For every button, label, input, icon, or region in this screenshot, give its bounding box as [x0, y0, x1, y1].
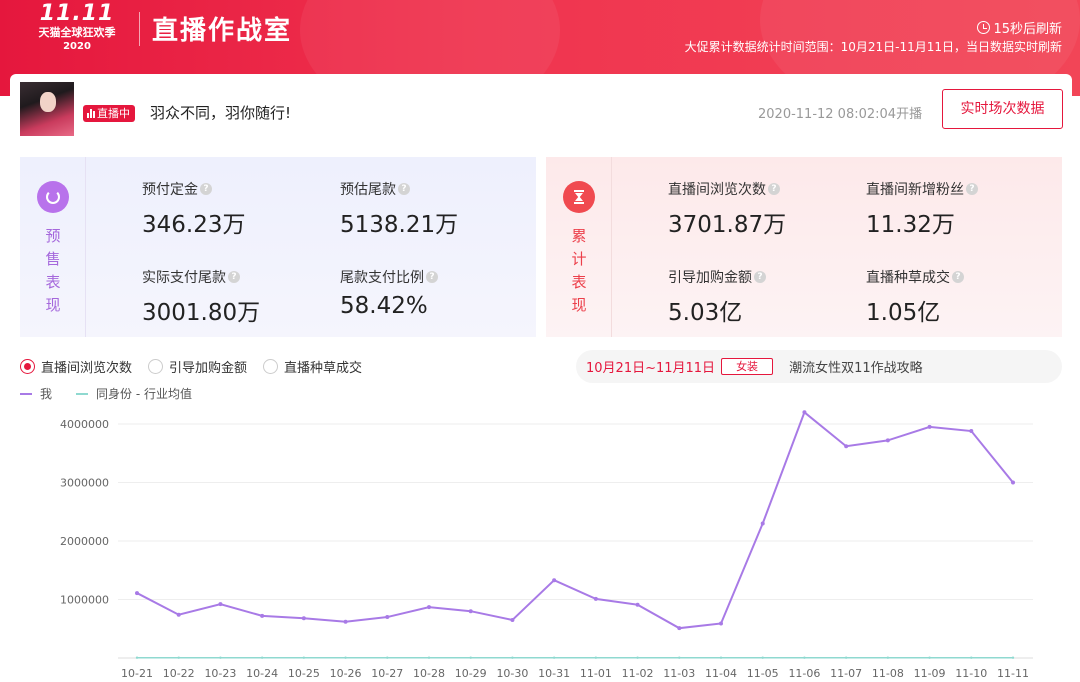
series-line [136, 410, 1014, 630]
data-point [468, 609, 473, 614]
refresh-countdown: 15秒后刷新 [977, 18, 1062, 37]
data-point [385, 615, 390, 620]
data-point [260, 656, 264, 659]
logo-sub-text: 天猫全球狂欢季 [38, 26, 116, 39]
x-tick-label: 10-21 [121, 667, 153, 680]
y-tick-label: 2000000 [60, 535, 109, 548]
x-tick-label: 11-03 [663, 667, 695, 680]
data-point [885, 438, 890, 443]
y-tick-label: 3000000 [60, 477, 109, 490]
data-point [803, 656, 806, 659]
x-tick-label: 10-30 [496, 667, 528, 680]
data-point [135, 591, 139, 596]
data-point [886, 656, 890, 659]
data-point [552, 656, 556, 659]
data-point [510, 617, 515, 622]
x-tick-label: 10-25 [288, 667, 320, 680]
x-tick-label: 10-24 [246, 667, 278, 680]
data-point [135, 656, 139, 659]
x-tick-label: 10-23 [204, 667, 236, 680]
stat-range-note: 大促累计数据统计时间范围：10月21日-11月11日，当日数据实时刷新 [684, 40, 1062, 54]
x-tick-label: 10-27 [371, 667, 403, 680]
page-title: 直播作战室 [152, 16, 293, 46]
data-point [844, 444, 849, 449]
logo-main-text: 11.11 [39, 1, 115, 26]
x-tick-label: 11-01 [580, 667, 612, 680]
x-tick-label: 10-22 [163, 667, 195, 680]
data-point [427, 656, 431, 659]
line-chart: 1000000 2000000 3000000 4000000 10-21 10-22 10… [60, 410, 1033, 680]
data-point [970, 656, 973, 659]
data-point [427, 605, 431, 610]
x-tick-label: 10-29 [455, 667, 487, 680]
data-point [552, 578, 557, 583]
data-point [177, 656, 180, 659]
data-point [1011, 480, 1015, 485]
data-point [1011, 656, 1015, 659]
x-tick-label: 10-28 [413, 667, 445, 680]
data-point [594, 656, 598, 659]
x-tick-label: 10-31 [538, 667, 570, 680]
data-point [677, 626, 682, 631]
data-point [469, 656, 472, 659]
y-tick-label: 1000000 [60, 594, 109, 607]
x-tick-label: 11-02 [622, 667, 654, 680]
data-point [761, 656, 764, 659]
data-point [719, 621, 723, 626]
data-point [176, 612, 181, 617]
data-point [719, 656, 723, 659]
data-point [386, 656, 389, 659]
x-tick-label: 11-07 [830, 667, 862, 680]
data-point [802, 410, 807, 415]
y-tick-label: 4000000 [60, 418, 109, 431]
data-point [760, 521, 765, 526]
x-tick-label: 11-04 [705, 667, 737, 680]
tmall-1111-logo: 11.11 天猫全球狂欢季 2020 [22, 2, 132, 62]
data-point [678, 656, 681, 659]
data-point [260, 613, 265, 618]
data-point [301, 616, 306, 621]
data-point [593, 596, 598, 601]
data-point [636, 656, 639, 659]
data-point [219, 656, 222, 659]
refresh-text: 15秒后刷新 [993, 22, 1062, 37]
x-tick-label: 11-11 [997, 667, 1029, 680]
x-tick-label: 11-05 [747, 667, 779, 680]
logo-year-text: 2020 [63, 41, 91, 52]
x-tick-label: 11-09 [914, 667, 946, 680]
x-tick-label: 10-26 [330, 667, 362, 680]
header-divider [139, 12, 140, 46]
x-tick-label: 11-10 [955, 667, 987, 680]
data-point [635, 602, 640, 607]
data-point [928, 656, 931, 659]
data-point [511, 656, 514, 659]
x-tick-label: 11-08 [872, 667, 904, 680]
data-point [218, 602, 223, 607]
data-point [302, 656, 306, 659]
data-point [969, 429, 974, 434]
data-point [344, 656, 347, 659]
clock-icon [977, 21, 991, 34]
data-point [927, 424, 932, 429]
data-point [844, 656, 848, 659]
data-point [343, 619, 348, 624]
x-tick-label: 11-06 [788, 667, 820, 680]
